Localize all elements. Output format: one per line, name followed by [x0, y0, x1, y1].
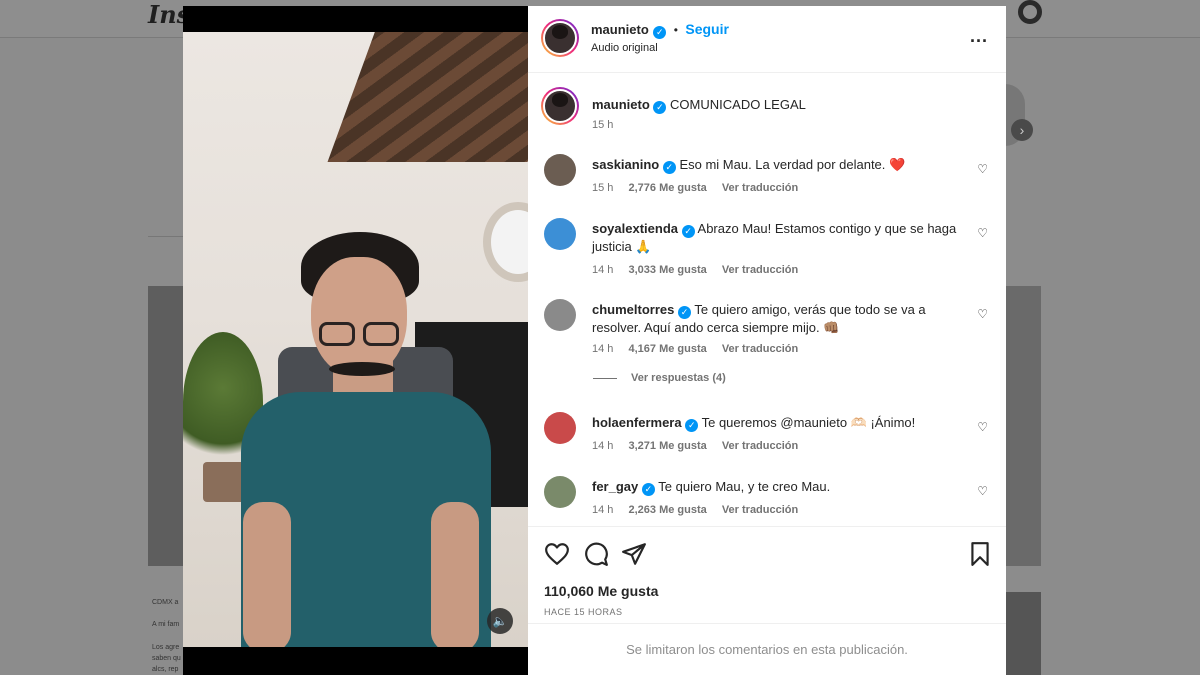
likes-count[interactable]: 110,060 Me gusta: [544, 583, 658, 599]
heart-icon[interactable]: ♡: [977, 420, 988, 434]
comment-text: saskianino ✓ Eso mi Mau. La verdad por d…: [592, 156, 972, 174]
comment-text: fer_gay ✓ Te quiero Mau, y te creo Mau.: [592, 478, 972, 496]
comment-avatar[interactable]: [544, 476, 576, 508]
video-person-face: [311, 257, 407, 377]
replies-dash: [593, 377, 617, 379]
background-text: CDMX a: [152, 599, 179, 606]
verified-icon: ✓: [678, 306, 691, 319]
divider: [148, 236, 184, 237]
volume-icon[interactable]: 🔈: [487, 608, 513, 634]
translate-link[interactable]: Ver traducción: [722, 440, 798, 452]
background-text: saben qu: [152, 655, 181, 662]
video-person-glasses: [319, 322, 401, 348]
translate-link[interactable]: Ver traducción: [722, 182, 798, 194]
video-person-arm: [431, 502, 479, 647]
post-modal: 🔈 maunieto ✓ • Seguir Audio original ...…: [183, 6, 1006, 675]
heart-icon[interactable]: ♡: [977, 484, 988, 498]
comment-time[interactable]: 14 h: [592, 264, 613, 276]
heart-icon[interactable]: ♡: [977, 162, 988, 176]
comment-body: Te quiero Mau, y te creo Mau.: [658, 479, 831, 494]
comment-username[interactable]: fer_gay: [592, 479, 638, 494]
comment-time[interactable]: 14 h: [592, 343, 613, 355]
verified-icon: ✓: [641, 483, 655, 496]
post-video[interactable]: 🔈: [183, 6, 528, 675]
comment-meta: 14 h 4,167 Me gusta Ver traducción: [592, 343, 798, 355]
heart-icon[interactable]: ♡: [977, 226, 988, 240]
video-background-pot: [203, 462, 245, 502]
verified-icon: ✓: [685, 419, 699, 432]
comment-likes[interactable]: 4,167 Me gusta: [628, 343, 706, 355]
background-text: alcs, rep: [152, 666, 179, 673]
comment-meta: 15 h 2,776 Me gusta Ver traducción: [592, 182, 798, 194]
caption-time[interactable]: 15 h: [592, 119, 613, 131]
comment-avatar[interactable]: [544, 218, 576, 250]
author-avatar[interactable]: [541, 87, 579, 125]
comment-meta: 14 h 3,271 Me gusta Ver traducción: [592, 440, 798, 452]
background-text: A mi fam: [152, 621, 180, 628]
share-icon[interactable]: [621, 541, 647, 567]
comment-meta: 14 h 3,033 Me gusta Ver traducción: [592, 264, 798, 276]
author-username[interactable]: maunieto: [592, 97, 650, 112]
comment-avatar[interactable]: [544, 299, 576, 331]
background-tile[interactable]: [1005, 286, 1041, 566]
comment-body: Te queremos @maunieto 🫶🏻 ¡Ánimo!: [701, 415, 916, 430]
video-background-stairs: [327, 32, 528, 162]
comment-text: chumeltorres ✓ Te quiero amigo, verás qu…: [592, 301, 972, 337]
video-background-mirror: [483, 202, 528, 282]
video-frame[interactable]: [183, 32, 528, 647]
bookmark-icon[interactable]: [967, 541, 993, 567]
comment-username[interactable]: saskianino: [592, 157, 659, 172]
author-line: maunieto ✓ • Seguir: [591, 21, 729, 39]
comment-likes[interactable]: 3,033 Me gusta: [628, 264, 706, 276]
heart-icon[interactable]: [544, 541, 570, 567]
caption-text: maunieto ✓ COMUNICADO LEGAL: [592, 96, 972, 114]
comment-time[interactable]: 14 h: [592, 440, 613, 452]
comment-avatar[interactable]: [544, 154, 576, 186]
verified-icon: ✓: [662, 161, 676, 174]
comment-meta: 14 h 2,263 Me gusta Ver traducción: [592, 504, 798, 516]
translate-link[interactable]: Ver traducción: [722, 504, 798, 516]
comment-time[interactable]: 14 h: [592, 504, 613, 516]
comment-username[interactable]: soyalextienda: [592, 221, 678, 236]
comment-text: holaenfermera ✓ Te queremos @maunieto 🫶🏻…: [592, 414, 972, 432]
comments-list[interactable]: maunieto ✓ COMUNICADO LEGAL 15 h saskian…: [528, 74, 1006, 526]
follow-button[interactable]: Seguir: [685, 21, 729, 37]
heart-icon[interactable]: ♡: [977, 307, 988, 321]
author-avatar[interactable]: [541, 19, 579, 57]
comment-likes[interactable]: 2,263 Me gusta: [628, 504, 706, 516]
verified-icon: ✓: [681, 225, 695, 238]
comment-username[interactable]: holaenfermera: [592, 415, 682, 430]
comment-username[interactable]: chumeltorres: [592, 302, 674, 317]
comment-text: soyalextienda ✓ Abrazo Mau! Estamos cont…: [592, 220, 972, 256]
profile-avatar[interactable]: [1018, 0, 1042, 24]
next-arrow-icon[interactable]: ›: [1011, 119, 1033, 141]
post-actions: 110,060 Me gusta HACE 15 HORAS Se limita…: [528, 526, 1006, 675]
video-person-arm: [243, 502, 291, 647]
replies-label: Ver respuestas (4): [631, 372, 726, 384]
comment-body: Eso mi Mau. La verdad por delante. ❤️: [679, 157, 906, 172]
background-tile[interactable]: [148, 286, 184, 566]
comment-likes[interactable]: 2,776 Me gusta: [628, 182, 706, 194]
comment-avatar[interactable]: [544, 412, 576, 444]
translate-link[interactable]: Ver traducción: [722, 343, 798, 355]
verified-icon: ✓: [653, 26, 667, 39]
translate-link[interactable]: Ver traducción: [722, 264, 798, 276]
post-time[interactable]: HACE 15 HORAS: [544, 607, 623, 617]
audio-label[interactable]: Audio original: [591, 42, 658, 54]
background-tile[interactable]: [1005, 592, 1041, 675]
comment-likes[interactable]: 3,271 Me gusta: [628, 440, 706, 452]
caption-body: COMUNICADO LEGAL: [670, 97, 806, 112]
comments-limited-notice: Se limitaron los comentarios en esta pub…: [528, 623, 1006, 675]
separator-dot: •: [673, 23, 678, 37]
background-text: Los agre: [152, 644, 180, 651]
post-header: maunieto ✓ • Seguir Audio original ...: [528, 6, 1006, 73]
verified-icon: ✓: [653, 101, 667, 114]
more-icon[interactable]: ...: [970, 26, 988, 47]
comment-icon[interactable]: [583, 541, 609, 567]
post-side-panel: maunieto ✓ • Seguir Audio original ... m…: [528, 6, 1006, 675]
video-person-mustache: [329, 362, 395, 376]
view-replies-button[interactable]: Ver respuestas (4): [593, 372, 726, 384]
author-username[interactable]: maunieto: [591, 22, 649, 37]
comment-time[interactable]: 15 h: [592, 182, 613, 194]
